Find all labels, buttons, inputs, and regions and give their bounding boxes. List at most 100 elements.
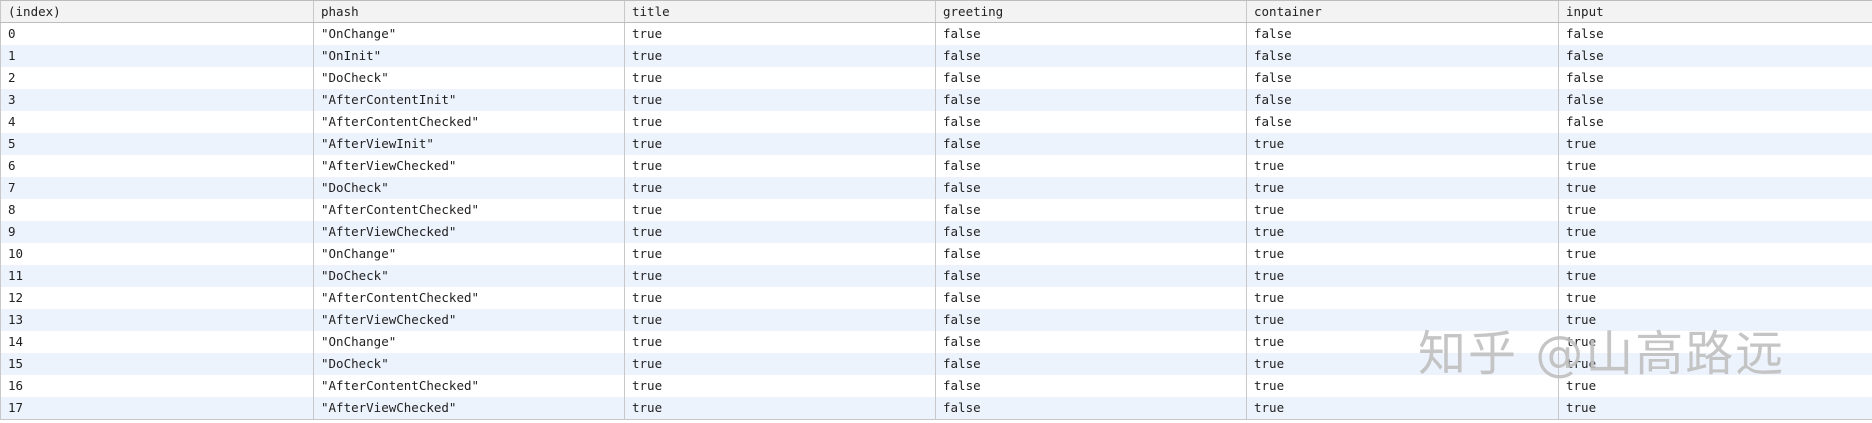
cell-index: 17	[0, 397, 314, 419]
cell-title: true	[624, 309, 936, 331]
cell-greeting: false	[935, 221, 1247, 243]
cell-index: 8	[0, 199, 314, 221]
table-row: 1 "OnInit" true false false false	[0, 45, 1872, 67]
cell-greeting: false	[935, 375, 1247, 397]
cell-phash: "DoCheck"	[313, 177, 625, 199]
cell-container: true	[1246, 243, 1559, 265]
cell-input: false	[1558, 111, 1872, 133]
cell-index: 9	[0, 221, 314, 243]
cell-title: true	[624, 397, 936, 419]
cell-greeting: false	[935, 199, 1247, 221]
cell-input: true	[1558, 397, 1872, 419]
cell-phash: "DoCheck"	[313, 265, 625, 287]
cell-index: 3	[0, 89, 314, 111]
column-header-container[interactable]: container	[1246, 0, 1559, 23]
cell-container: true	[1246, 287, 1559, 309]
cell-title: true	[624, 111, 936, 133]
cell-title: true	[624, 89, 936, 111]
cell-input: false	[1558, 22, 1872, 45]
cell-phash: "OnChange"	[313, 22, 625, 45]
table-row: 0 "OnChange" true false false false	[0, 22, 1872, 45]
cell-container: true	[1246, 177, 1559, 199]
cell-index: 1	[0, 45, 314, 67]
cell-input: false	[1558, 45, 1872, 67]
cell-container: true	[1246, 309, 1559, 331]
cell-index: 14	[0, 331, 314, 353]
cell-container: false	[1246, 89, 1559, 111]
cell-input: false	[1558, 89, 1872, 111]
cell-container: false	[1246, 111, 1559, 133]
cell-title: true	[624, 331, 936, 353]
cell-index: 7	[0, 177, 314, 199]
cell-phash: "OnChange"	[313, 243, 625, 265]
cell-index: 4	[0, 111, 314, 133]
cell-index: 13	[0, 309, 314, 331]
cell-title: true	[624, 67, 936, 89]
cell-phash: "AfterViewInit"	[313, 133, 625, 155]
column-header-title[interactable]: title	[624, 0, 936, 23]
cell-phash: "AfterViewChecked"	[313, 309, 625, 331]
cell-title: true	[624, 22, 936, 45]
table-body: 0 "OnChange" true false false false 1 "OnInit" t…	[0, 22, 1872, 419]
header-row: (index) phash title greeting container input	[0, 0, 1872, 23]
cell-greeting: false	[935, 353, 1247, 375]
cell-container: true	[1246, 353, 1559, 375]
table-row: 10 "OnChange" true false true true	[0, 243, 1872, 265]
cell-greeting: false	[935, 111, 1247, 133]
table-row: 17 "AfterViewChecked" true false true true	[0, 397, 1872, 419]
cell-input: true	[1558, 265, 1872, 287]
table-row: 7 "DoCheck" true false true true	[0, 177, 1872, 199]
cell-greeting: false	[935, 243, 1247, 265]
cell-title: true	[624, 221, 936, 243]
cell-phash: "OnChange"	[313, 331, 625, 353]
cell-phash: "DoCheck"	[313, 353, 625, 375]
table-row: 11 "DoCheck" true false true true	[0, 265, 1872, 287]
cell-input: true	[1558, 375, 1872, 397]
cell-container: true	[1246, 375, 1559, 397]
cell-input: false	[1558, 67, 1872, 89]
cell-phash: "AfterViewChecked"	[313, 155, 625, 177]
cell-container: true	[1246, 133, 1559, 155]
cell-input: true	[1558, 155, 1872, 177]
cell-container: false	[1246, 67, 1559, 89]
cell-greeting: false	[935, 155, 1247, 177]
cell-greeting: false	[935, 265, 1247, 287]
table-row: 4 "AfterContentChecked" true false false fals…	[0, 111, 1872, 133]
column-header-phash[interactable]: phash	[313, 0, 625, 23]
table-row: 6 "AfterViewChecked" true false true true	[0, 155, 1872, 177]
cell-container: false	[1246, 45, 1559, 67]
cell-container: true	[1246, 397, 1559, 419]
cell-index: 16	[0, 375, 314, 397]
cell-title: true	[624, 133, 936, 155]
cell-phash: "DoCheck"	[313, 67, 625, 89]
column-header-input[interactable]: input	[1558, 0, 1872, 23]
cell-title: true	[624, 265, 936, 287]
cell-index: 5	[0, 133, 314, 155]
cell-phash: "AfterViewChecked"	[313, 397, 625, 419]
cell-container: false	[1246, 22, 1559, 45]
table-row: 14 "OnChange" true false true true	[0, 331, 1872, 353]
cell-greeting: false	[935, 22, 1247, 45]
cell-phash: "AfterContentChecked"	[313, 199, 625, 221]
cell-container: true	[1246, 265, 1559, 287]
cell-index: 11	[0, 265, 314, 287]
column-header-greeting[interactable]: greeting	[935, 0, 1247, 23]
cell-input: true	[1558, 331, 1872, 353]
cell-greeting: false	[935, 45, 1247, 67]
cell-input: true	[1558, 287, 1872, 309]
cell-phash: "AfterContentChecked"	[313, 287, 625, 309]
cell-title: true	[624, 177, 936, 199]
cell-index: 0	[0, 22, 314, 45]
cell-input: true	[1558, 353, 1872, 375]
cell-container: true	[1246, 221, 1559, 243]
cell-index: 15	[0, 353, 314, 375]
cell-input: true	[1558, 221, 1872, 243]
table-row: 9 "AfterViewChecked" true false true true	[0, 221, 1872, 243]
cell-input: true	[1558, 133, 1872, 155]
table-header: (index) phash title greeting container input	[0, 0, 1872, 23]
cell-greeting: false	[935, 177, 1247, 199]
cell-title: true	[624, 353, 936, 375]
table-row: 15 "DoCheck" true false true true	[0, 353, 1872, 375]
column-header-index[interactable]: (index)	[0, 0, 314, 23]
cell-index: 12	[0, 287, 314, 309]
